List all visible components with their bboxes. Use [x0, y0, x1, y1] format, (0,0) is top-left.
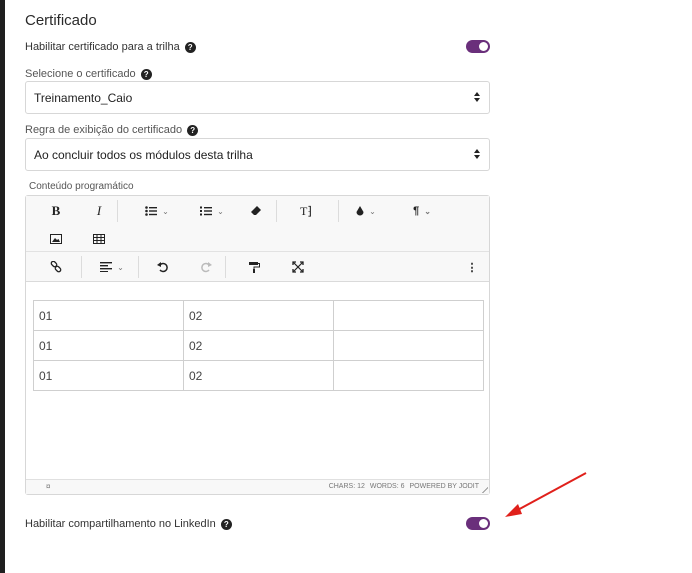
annotation-arrow-icon: [505, 472, 587, 517]
select-arrows-icon: [474, 149, 480, 159]
display-rule-label: Regra de exibição do certificado ?: [25, 124, 199, 136]
copy-format-button[interactable]: [246, 257, 262, 277]
table-cell[interactable]: 01: [33, 360, 184, 391]
numbered-list-icon: [200, 206, 213, 216]
certificate-select[interactable]: Treinamento_Caio: [25, 81, 490, 114]
droplet-icon: [356, 206, 364, 216]
toggle-knob: [479, 42, 488, 51]
powered-by[interactable]: POWERED BY JODIT: [410, 483, 480, 490]
select-arrows-icon: [474, 92, 480, 102]
toolbar-separator: [276, 200, 277, 222]
enable-certificate-text: Habilitar certificado para a trilha: [25, 41, 180, 53]
enable-certificate-toggle[interactable]: [466, 40, 490, 53]
enable-certificate-label: Habilitar certificado para a trilha ?: [25, 41, 196, 53]
toolbar-separator: [338, 200, 339, 222]
status-symbol: ¤: [46, 482, 51, 491]
chevron-down-icon: ⌄: [117, 262, 124, 272]
linkedin-share-label: Habilitar compartilhamento no LinkedIn ?: [25, 518, 232, 530]
fullscreen-button[interactable]: [290, 257, 306, 277]
word-count: WORDS: 6: [369, 483, 405, 490]
status-info: CHARS: 12 WORDS: 6 POWERED BY JODIT: [329, 483, 479, 490]
resize-handle[interactable]: [480, 485, 488, 493]
chevron-down-icon: ⌄: [162, 206, 169, 216]
toolbar-separator: [81, 256, 82, 278]
table-cell[interactable]: [333, 360, 484, 391]
eraser-button[interactable]: [248, 201, 264, 221]
help-icon[interactable]: ?: [220, 518, 232, 530]
eraser-icon: [251, 206, 261, 215]
bold-button[interactable]: B: [48, 201, 64, 221]
table-cell[interactable]: 01: [33, 300, 184, 331]
table-cell[interactable]: [333, 330, 484, 361]
display-rule-value: Ao concluir todos os módulos desta trilh…: [34, 147, 253, 162]
rich-text-editor[interactable]: B I ⌄ ⌄ T⁆ ⌄ ¶ ⌄ ⌄ ⋮ 01 02 01 02 01 02 ¤…: [25, 195, 490, 495]
paint-roller-icon: [249, 262, 260, 273]
undo-icon: [157, 262, 168, 273]
align-button[interactable]: ⌄: [96, 257, 128, 277]
toolbar-separator: [138, 256, 139, 278]
toolbar-separator: [225, 256, 226, 278]
toggle-knob: [479, 519, 488, 528]
italic-button[interactable]: I: [91, 201, 107, 221]
align-left-icon: [100, 262, 113, 272]
numbered-list-button[interactable]: ⌄: [196, 201, 228, 221]
linkedin-share-text: Habilitar compartilhamento no LinkedIn: [25, 518, 216, 530]
toolbar-separator: [117, 200, 118, 222]
left-sidebar-edge: [0, 0, 5, 573]
section-title: Certificado: [25, 12, 97, 29]
certificate-select-value: Treinamento_Caio: [34, 90, 133, 105]
table-button[interactable]: [91, 229, 107, 249]
bullet-list-icon: [145, 206, 158, 216]
font-size-button[interactable]: T⁆: [296, 201, 316, 221]
table-cell[interactable]: [333, 300, 484, 331]
redo-button[interactable]: [198, 257, 214, 277]
chevron-down-icon: ⌄: [217, 206, 224, 216]
more-options-button[interactable]: ⋮: [466, 257, 478, 277]
paragraph-icon: ¶: [413, 205, 420, 217]
display-rule-text: Regra de exibição do certificado: [25, 124, 183, 136]
expand-icon: [292, 261, 304, 273]
table-cell[interactable]: 02: [183, 300, 334, 331]
table-row: 01 02: [33, 330, 484, 361]
undo-button[interactable]: [155, 257, 171, 277]
redo-icon: [201, 262, 212, 273]
certificate-select-label: Selecione o certificado ?: [25, 68, 152, 80]
certificate-select-text: Selecione o certificado: [25, 68, 136, 80]
table-row: 01 02: [33, 300, 484, 331]
display-rule-select[interactable]: Ao concluir todos os módulos desta trilh…: [25, 138, 490, 171]
bullet-list-button[interactable]: ⌄: [141, 201, 173, 221]
help-icon[interactable]: ?: [187, 124, 199, 136]
content-table[interactable]: 01 02 01 02 01 02: [33, 300, 484, 391]
image-button[interactable]: [48, 229, 64, 249]
chevron-down-icon: ⌄: [424, 206, 431, 216]
paragraph-button[interactable]: ¶ ⌄: [406, 201, 438, 221]
table-row: 01 02: [33, 360, 484, 391]
table-icon: [93, 234, 105, 244]
help-icon[interactable]: ?: [140, 68, 152, 80]
table-cell[interactable]: 02: [183, 330, 334, 361]
editor-status-bar: ¤ CHARS: 12 WORDS: 6 POWERED BY JODIT: [26, 479, 489, 494]
editor-toolbar: B I ⌄ ⌄ T⁆ ⌄ ¶ ⌄ ⌄ ⋮: [26, 196, 489, 282]
link-button[interactable]: [48, 257, 64, 277]
editor-label: Conteúdo programático: [29, 181, 134, 192]
help-icon[interactable]: ?: [184, 41, 196, 53]
image-icon: [50, 234, 62, 244]
table-cell[interactable]: 02: [183, 360, 334, 391]
text-color-button[interactable]: ⌄: [351, 201, 381, 221]
link-icon: [50, 261, 62, 273]
toolbar-row-divider: [26, 251, 489, 252]
linkedin-share-toggle[interactable]: [466, 517, 490, 530]
char-count: CHARS: 12: [328, 483, 365, 490]
table-cell[interactable]: 01: [33, 330, 184, 361]
chevron-down-icon: ⌄: [369, 206, 376, 216]
